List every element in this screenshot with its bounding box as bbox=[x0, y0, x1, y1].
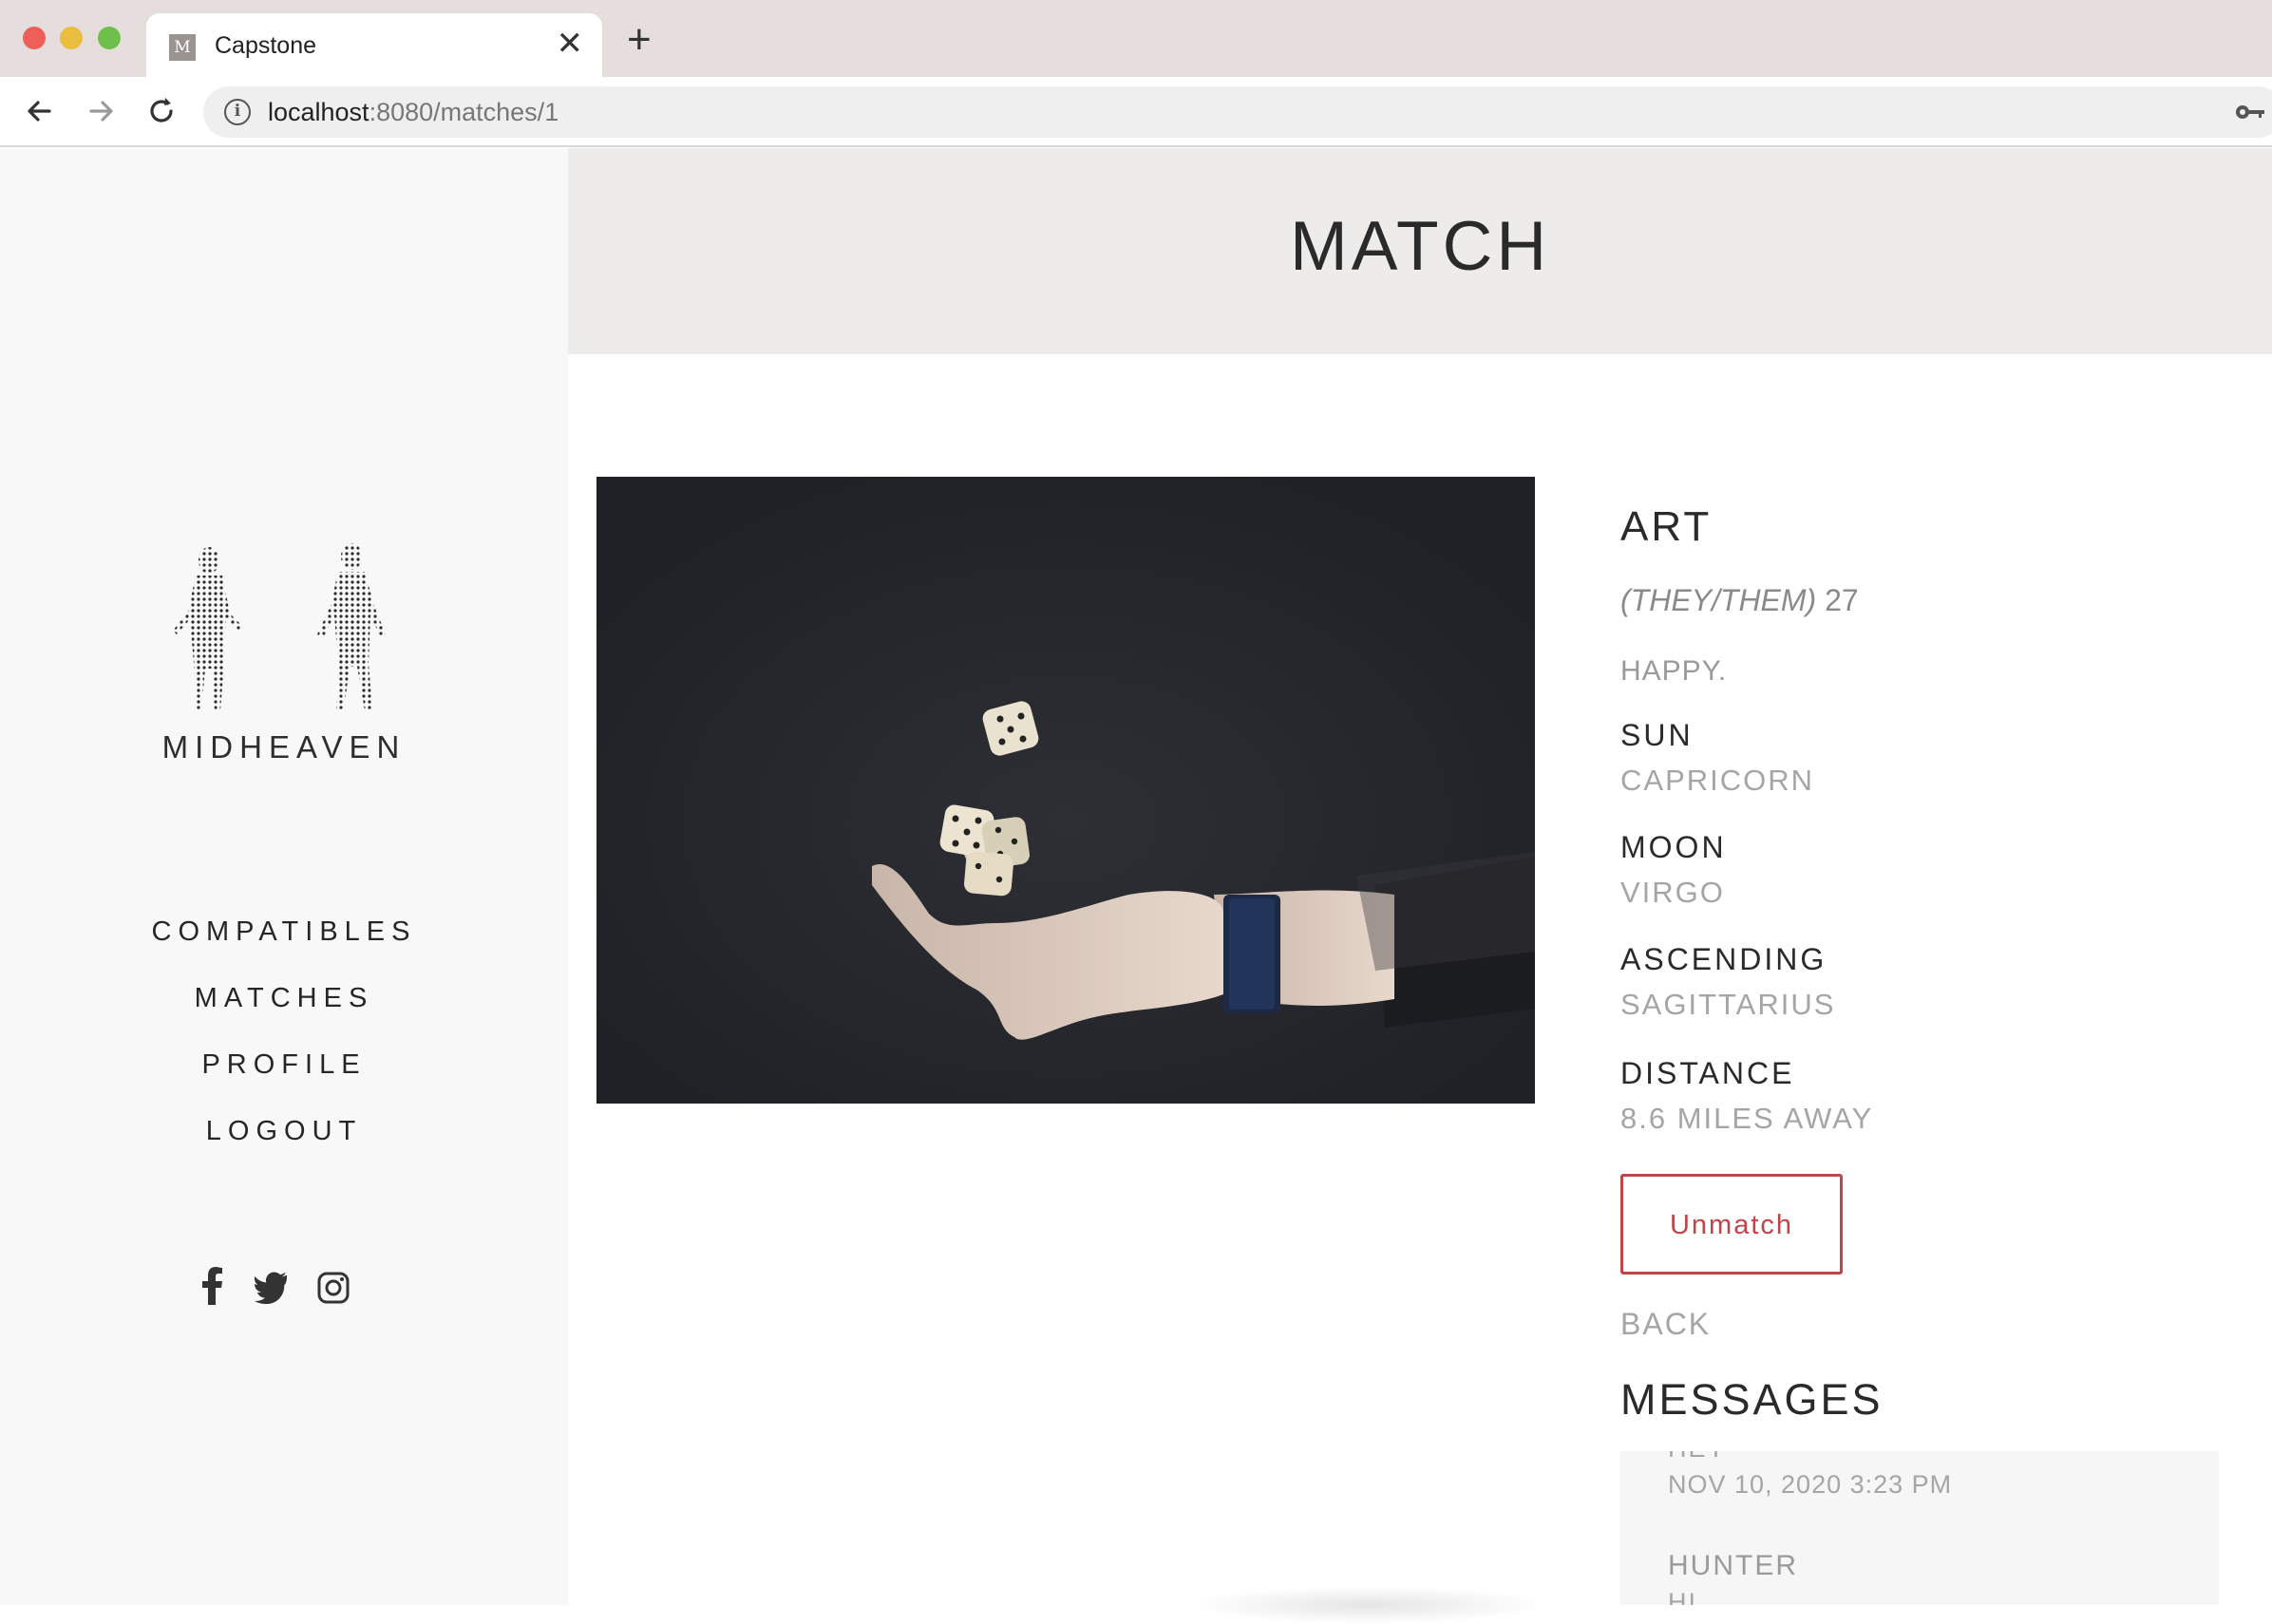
back-link[interactable]: BACK bbox=[1620, 1307, 1711, 1342]
sidebar-item-logout[interactable]: LOGOUT bbox=[0, 1098, 568, 1164]
match-pronouns-age: (THEY/THEM) 27 bbox=[1620, 583, 1859, 618]
window-close-button[interactable] bbox=[23, 27, 46, 49]
window-minimize-button[interactable] bbox=[60, 27, 83, 49]
field-label: MOON bbox=[1620, 830, 1727, 864]
message-date: NOV 10, 2020 3:23 PM bbox=[1668, 1470, 1953, 1499]
field-sun: SUN CAPRICORN bbox=[1620, 718, 1814, 798]
tab-title: Capstone bbox=[215, 32, 317, 59]
field-ascending: ASCENDING SAGITTARIUS bbox=[1620, 942, 1835, 1022]
field-value: SAGITTARIUS bbox=[1620, 988, 1836, 1021]
logo-figures-icon bbox=[173, 543, 386, 710]
match-pronouns: (THEY/THEM) bbox=[1620, 583, 1817, 617]
url-path: :8080/matches/1 bbox=[369, 98, 559, 126]
url-text: localhost:8080/matches/1 bbox=[268, 98, 559, 127]
sidebar-item-compatibles[interactable]: COMPATIBLES bbox=[0, 898, 568, 965]
floating-shadow bbox=[1187, 1586, 1548, 1624]
messages-title: MESSAGES bbox=[1620, 1375, 1884, 1424]
match-age: 27 bbox=[1825, 583, 1859, 617]
instagram-icon[interactable] bbox=[317, 1267, 350, 1309]
field-label: DISTANCE bbox=[1620, 1056, 1795, 1090]
address-bar[interactable]: i localhost:8080/matches/1 bbox=[203, 86, 2272, 138]
browser-tab-strip: M Capstone ✕ + bbox=[0, 0, 2272, 77]
tab-close-icon[interactable]: ✕ bbox=[557, 27, 584, 61]
field-label: ASCENDING bbox=[1620, 942, 1827, 976]
info-icon[interactable]: i bbox=[224, 99, 251, 125]
key-icon[interactable] bbox=[2234, 98, 2266, 133]
sidebar-nav: COMPATIBLES MATCHES PROFILE LOGOUT bbox=[0, 898, 568, 1164]
sidebar: MIDHEAVEN COMPATIBLES MATCHES PROFILE LO… bbox=[0, 148, 568, 1605]
new-tab-button[interactable]: + bbox=[627, 19, 652, 61]
favicon-icon: M bbox=[169, 34, 196, 61]
browser-tab-active[interactable]: M Capstone ✕ bbox=[146, 13, 602, 77]
url-host: localhost bbox=[268, 98, 369, 126]
window-zoom-button[interactable] bbox=[98, 27, 121, 49]
sidebar-item-profile[interactable]: PROFILE bbox=[0, 1031, 568, 1098]
twitter-icon[interactable] bbox=[254, 1267, 291, 1309]
match-bio: HAPPY. bbox=[1620, 655, 1728, 687]
message-text: HEY bbox=[1668, 1451, 1727, 1463]
field-label: SUN bbox=[1620, 718, 1694, 752]
unmatch-button[interactable]: Unmatch bbox=[1620, 1174, 1843, 1275]
message-text: HI bbox=[1668, 1588, 1697, 1605]
messages-list[interactable]: HEY NOV 10, 2020 3:23 PM HUNTER HI bbox=[1620, 1451, 2219, 1605]
logo-wordmark[interactable]: MIDHEAVEN bbox=[0, 729, 568, 765]
message-author: HUNTER bbox=[1668, 1550, 1798, 1581]
match-photo bbox=[596, 477, 1535, 1104]
field-distance: DISTANCE 8.6 MILES AWAY bbox=[1620, 1056, 1873, 1136]
field-value: CAPRICORN bbox=[1620, 764, 1815, 797]
field-value: 8.6 MILES AWAY bbox=[1620, 1102, 1874, 1135]
page-title: MATCH bbox=[1289, 208, 1551, 285]
field-value: VIRGO bbox=[1620, 876, 1725, 909]
sidebar-item-matches[interactable]: MATCHES bbox=[0, 965, 568, 1031]
arrow-right-icon[interactable] bbox=[82, 92, 120, 130]
match-name: ART bbox=[1620, 503, 1713, 550]
browser-toolbar: i localhost:8080/matches/1 bbox=[0, 77, 2272, 147]
facebook-icon[interactable] bbox=[201, 1267, 224, 1309]
field-moon: MOON VIRGO bbox=[1620, 830, 1727, 910]
social-links bbox=[196, 1267, 357, 1309]
reload-icon[interactable] bbox=[142, 92, 180, 130]
page-header: MATCH bbox=[568, 148, 2272, 354]
arrow-left-icon[interactable] bbox=[21, 92, 59, 130]
